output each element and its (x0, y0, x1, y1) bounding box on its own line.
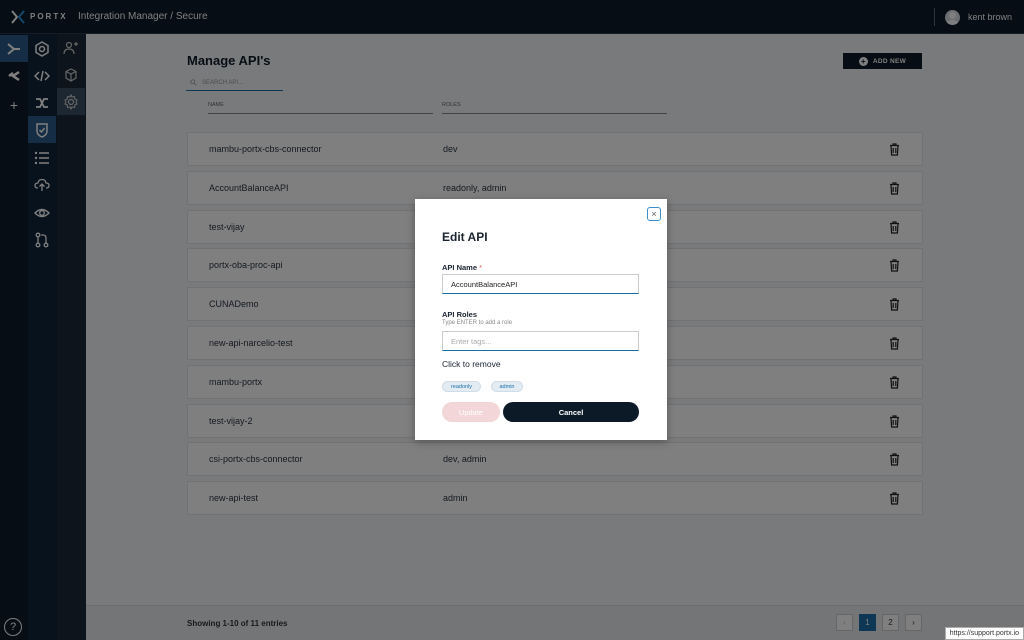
update-button[interactable]: Update (442, 402, 500, 422)
cancel-button[interactable]: Cancel (503, 402, 639, 422)
tag-readonly[interactable]: readonly (442, 381, 481, 392)
status-url: https://support.portx.io (944, 627, 1024, 640)
modal-title: Edit API (442, 230, 488, 244)
api-name-label: API Name * (442, 263, 482, 272)
tag-admin[interactable]: admin (491, 381, 523, 392)
edit-api-modal: × Edit API API Name * AccountBalanceAPI … (415, 199, 667, 440)
required-mark: * (479, 263, 483, 272)
tags-input[interactable]: Enter tags... (442, 331, 639, 351)
api-roles-hint: Type ENTER to add a role (442, 320, 513, 326)
click-to-remove-label: Click to remove (442, 359, 501, 369)
close-icon[interactable]: × (647, 207, 661, 221)
api-name-field[interactable]: AccountBalanceAPI (442, 274, 639, 294)
api-name-label-text: API Name (442, 263, 478, 272)
api-roles-label: API Roles (442, 310, 478, 319)
